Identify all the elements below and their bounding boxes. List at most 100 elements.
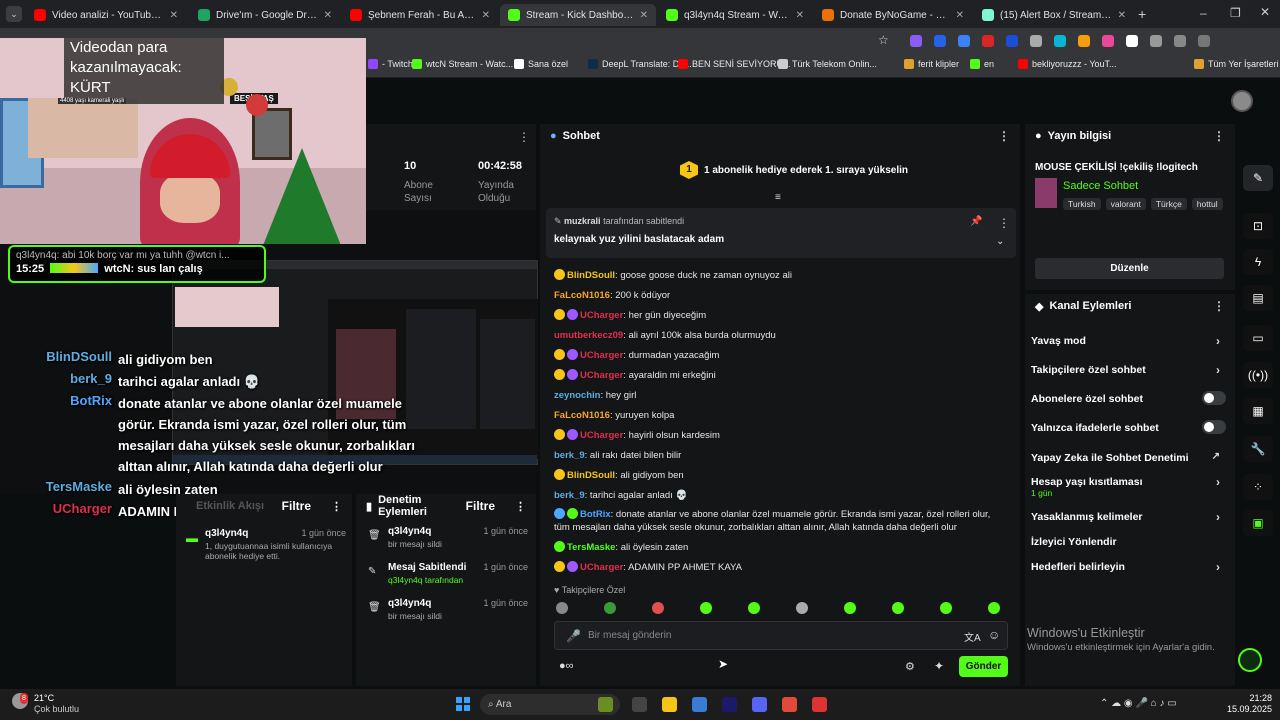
terminal-app-icon[interactable] [632, 697, 647, 712]
chat-bubble-icon[interactable]: ▭ [1243, 325, 1273, 351]
crop-icon[interactable]: ⊡ [1243, 213, 1273, 239]
record-app-icon[interactable] [812, 697, 827, 712]
channel-action-item[interactable]: Yasaklanmış kelimeler › [1031, 510, 1226, 524]
emote-icon[interactable] [892, 602, 904, 614]
browser-tab[interactable]: Video analizi - YouTube Studio ✕ [26, 4, 186, 26]
mod-tools-icon[interactable]: ✦ [934, 659, 944, 673]
microphone-icon[interactable]: 🎤 [566, 629, 581, 643]
emote-icon[interactable] [604, 602, 616, 614]
weather-widget[interactable]: 8 21°C Çok bulutlu [12, 693, 79, 714]
chrome-app-icon[interactable] [782, 697, 797, 712]
bookmark-item[interactable]: - Twitch [368, 59, 413, 69]
close-tab-icon[interactable]: ✕ [1118, 10, 1126, 21]
kick-green-fab-icon[interactable] [1238, 648, 1262, 672]
extension-icon[interactable] [1174, 35, 1186, 47]
wrench-icon[interactable]: 🔧 [1243, 436, 1273, 462]
emote-icon[interactable] [652, 602, 664, 614]
bookmark-item[interactable]: DeepL Translate: Dü... [588, 59, 692, 69]
avatar[interactable] [1231, 90, 1253, 112]
tab-list-button[interactable]: ⌄ [6, 6, 22, 22]
translate-icon[interactable]: 文A [964, 629, 981, 644]
settings-app-icon[interactable] [692, 697, 707, 712]
widget-app-icon[interactable] [598, 697, 613, 712]
chat-username[interactable]: BlinDSoull [567, 270, 615, 281]
mod-menu-icon[interactable]: ⋮ [515, 500, 526, 513]
extension-icon[interactable] [1030, 35, 1042, 47]
unpin-icon[interactable]: 📌 [970, 216, 982, 227]
close-tab-icon[interactable]: ✕ [956, 10, 964, 21]
activity-menu-icon[interactable]: ⋮ [331, 500, 342, 513]
kick-app-icon[interactable]: ▣ [1243, 510, 1273, 536]
extension-icon[interactable] [1102, 35, 1114, 47]
premiere-app-icon[interactable] [722, 697, 737, 712]
bookmark-item[interactable]: Sana özel [514, 59, 568, 69]
channel-action-item[interactable]: Yapay Zeka ile Sohbet Denetimi ↗ [1031, 451, 1226, 464]
browser-tab[interactable]: Şebnem Ferah - Bu Aşk Fazla S... ✕ [342, 4, 498, 26]
bookmark-star-icon[interactable]: ☆ [878, 33, 889, 47]
emote-icon[interactable] [940, 602, 952, 614]
chat-username[interactable]: UCharger [580, 430, 623, 441]
extension-icon[interactable] [1150, 35, 1162, 47]
file-explorer-icon[interactable] [662, 697, 677, 712]
stats-menu-icon[interactable]: ⋮ [518, 130, 530, 144]
close-window-button[interactable]: ✕ [1260, 5, 1270, 19]
broadcast-icon[interactable]: ((•)) [1243, 362, 1273, 388]
extension-icon[interactable] [1078, 35, 1090, 47]
extension-icon[interactable] [1126, 35, 1138, 47]
edit-button[interactable]: Düzenle [1035, 258, 1224, 279]
emoji-icon[interactable]: ☺ [988, 628, 1000, 642]
bookmark-item[interactable]: Tüm Yer İşaretleri [1194, 59, 1279, 69]
toggle-switch[interactable] [1202, 420, 1226, 434]
channel-action-item[interactable]: Hedefleri belirleyin › [1031, 560, 1226, 574]
channel-action-item[interactable]: Abonelere özel sohbet [1031, 391, 1226, 405]
emote-icon[interactable] [796, 602, 808, 614]
extension-icon[interactable] [910, 35, 922, 47]
chat-username[interactable]: BlinDSoull [567, 470, 615, 481]
mod-filter-button[interactable]: Filtre [466, 499, 495, 513]
minimize-button[interactable]: – [1200, 6, 1207, 20]
chevron-down-icon[interactable]: ⌄ [996, 236, 1004, 247]
browser-tab[interactable]: Donate ByNoGame - oyundiyo... ✕ [814, 4, 972, 26]
start-icon[interactable] [456, 697, 470, 711]
close-tab-icon[interactable]: ✕ [796, 10, 804, 21]
extension-icon[interactable] [1054, 35, 1066, 47]
browser-tab[interactable]: Drive'ım - Google Drive ✕ [190, 4, 340, 26]
channel-actions-menu-icon[interactable]: ⋮ [1213, 299, 1225, 313]
channel-action-item[interactable]: İzleyici Yönlendir [1031, 536, 1226, 548]
bookmark-item[interactable]: BEN SENİ SEVİYORU... [678, 59, 791, 69]
close-tab-icon[interactable]: ✕ [170, 10, 178, 21]
bookmark-item[interactable]: ferit klipler [904, 59, 959, 69]
extension-icon[interactable] [1006, 35, 1018, 47]
emote-icon[interactable] [988, 602, 1000, 614]
chat-input[interactable]: 🎤 Bir mesaj gönderin 文A ☺ [554, 621, 1008, 650]
stream-info-menu-icon[interactable]: ⋮ [1213, 129, 1225, 143]
settings-icon[interactable]: ⚙ [905, 660, 915, 673]
lightning-icon[interactable]: ϟ [1243, 249, 1273, 275]
chat-username[interactable]: berk_9 [554, 490, 585, 501]
close-tab-icon[interactable]: ✕ [640, 10, 648, 21]
chat-username[interactable]: zeynochin [554, 390, 600, 401]
channel-action-item[interactable]: Yavaş mod › [1031, 334, 1226, 348]
clock[interactable]: 21:28 15.09.2025 [1227, 693, 1272, 715]
chat-username[interactable]: UCharger [580, 370, 623, 381]
chat-username[interactable]: FaLcoN1016 [554, 290, 610, 301]
extension-icon[interactable] [1198, 35, 1210, 47]
chat-username[interactable]: TersMaske [567, 542, 615, 553]
tag-chip[interactable]: valorant [1105, 198, 1146, 210]
chat-username[interactable]: BotRix [580, 509, 611, 520]
chat-menu-icon[interactable]: ⋮ [998, 129, 1010, 143]
category-name[interactable]: Sadece Sohbet [1063, 180, 1138, 192]
tag-chip[interactable]: hottul [1191, 198, 1223, 210]
browser-tab[interactable]: Stream - Kick Dashboard ✕ [500, 4, 656, 26]
activity-filter-button[interactable]: Filtre [282, 499, 311, 513]
toggle-switch[interactable] [1202, 391, 1226, 405]
bookmark-item[interactable]: wtcN Stream - Watc... [412, 59, 513, 69]
send-button[interactable]: Gönder [959, 656, 1008, 677]
browser-tab[interactable]: (15) Alert Box / Streamlabs ✕ [974, 4, 1134, 26]
tag-chip[interactable]: Türkçe [1150, 198, 1187, 210]
layout-icon[interactable]: ▦ [1243, 398, 1273, 424]
chat-username[interactable]: berk_9 [554, 450, 585, 461]
emote-icon[interactable] [700, 602, 712, 614]
discord-app-icon[interactable] [752, 697, 767, 712]
emote-icon[interactable] [748, 602, 760, 614]
